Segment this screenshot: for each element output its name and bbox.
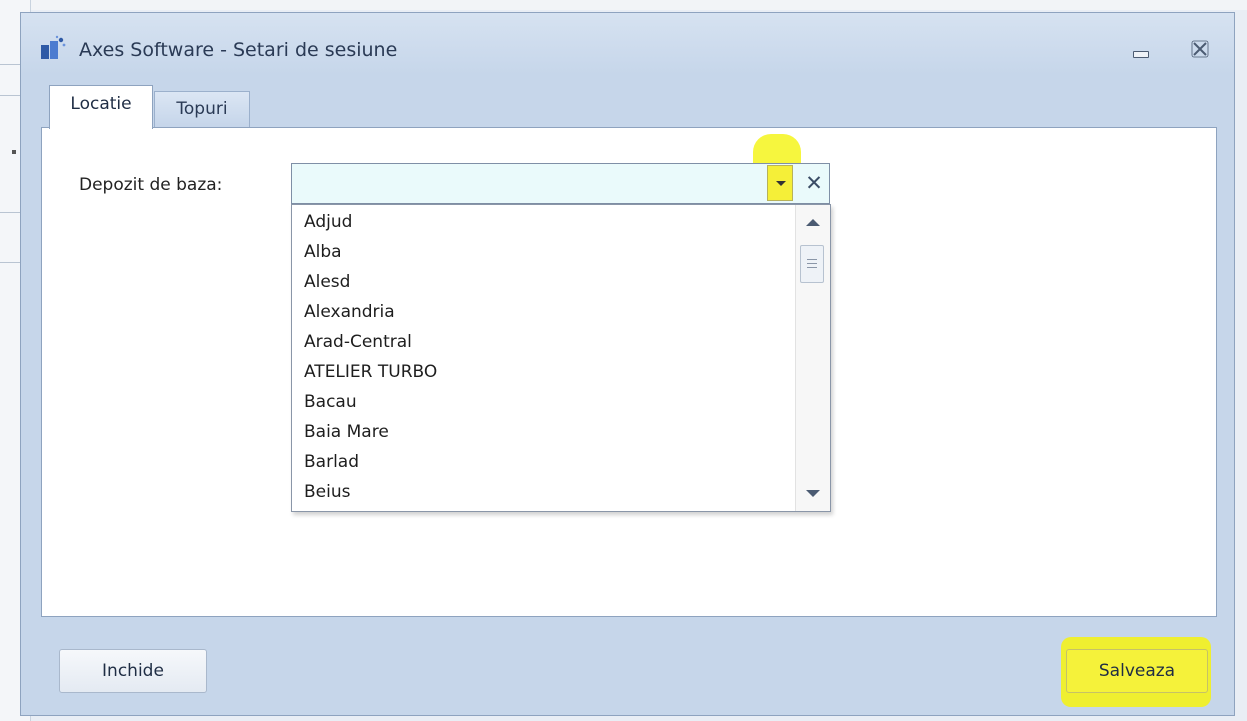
- axes-app-icon: [41, 35, 66, 59]
- list-item[interactable]: Alba: [304, 237, 342, 267]
- depozit-combobox[interactable]: [291, 163, 830, 204]
- tab-topuri[interactable]: Topuri: [154, 91, 250, 129]
- tab-locatie[interactable]: Locatie: [49, 85, 153, 129]
- list-item[interactable]: Adjud: [304, 207, 352, 237]
- background-marker: [12, 150, 16, 154]
- title-bar: Axes Software - Setari de sesiune: [21, 13, 1234, 75]
- session-settings-dialog: Axes Software - Setari de sesiune Locati…: [20, 12, 1235, 716]
- close-icon: [1191, 40, 1209, 58]
- list-item[interactable]: Beius: [304, 477, 350, 507]
- depozit-dropdown-list: Adjud Alba Alesd Alexandria Arad-Central…: [291, 204, 831, 512]
- list-item[interactable]: ATELIER TURBO: [304, 357, 437, 387]
- scroll-down-icon[interactable]: [806, 490, 820, 497]
- scroll-up-icon[interactable]: [806, 219, 820, 226]
- minimize-button[interactable]: [1129, 41, 1153, 61]
- save-button[interactable]: Salveaza: [1066, 649, 1208, 693]
- close-window-button[interactable]: [1187, 37, 1213, 61]
- clear-icon: ✕: [805, 171, 823, 195]
- background-app-strip: [0, 0, 1247, 10]
- dropdown-button[interactable]: [767, 165, 793, 201]
- scroll-thumb[interactable]: [800, 245, 824, 283]
- close-button[interactable]: Inchide: [59, 649, 207, 693]
- list-scrollbar[interactable]: [795, 205, 830, 511]
- window-title: Axes Software - Setari de sesiune: [79, 39, 398, 61]
- depozit-label: Depozit de baza:: [79, 175, 223, 195]
- list-item[interactable]: Barlad: [304, 447, 359, 477]
- list-item[interactable]: Alexandria: [304, 297, 395, 327]
- list-item[interactable]: Baia Mare: [304, 417, 389, 447]
- list-item[interactable]: Arad-Central: [304, 327, 412, 357]
- list-item[interactable]: Alesd: [304, 267, 350, 297]
- list-item[interactable]: Bacau: [304, 387, 357, 417]
- clear-button[interactable]: ✕: [800, 165, 828, 201]
